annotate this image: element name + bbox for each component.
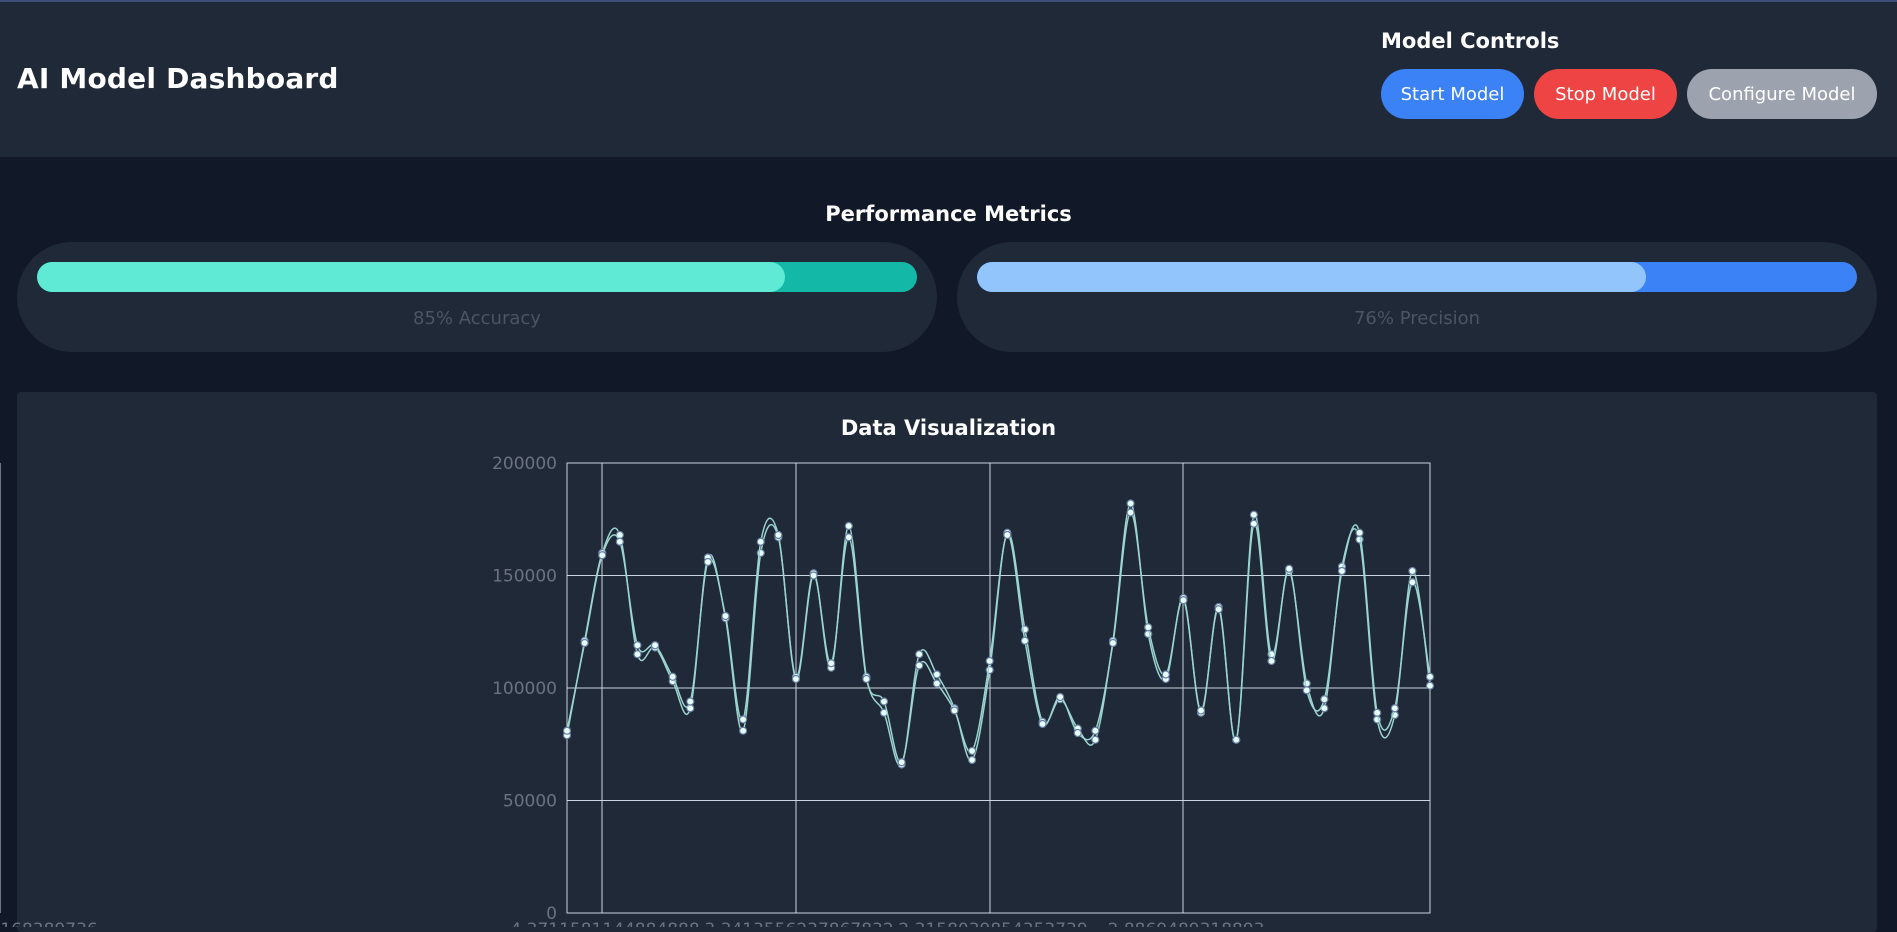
- data-point: [1091, 735, 1100, 744]
- data-point: [809, 571, 818, 580]
- x-tick-label: -3.3413556237867832: [698, 920, 893, 927]
- data-point: [1249, 510, 1258, 519]
- data-point: [1091, 726, 1100, 735]
- data-point: [686, 697, 695, 706]
- data-point: [1214, 605, 1223, 614]
- data-point: [633, 641, 642, 650]
- data-point: [1196, 706, 1206, 715]
- data-point: [879, 697, 889, 706]
- data-point: [1249, 519, 1258, 528]
- data-point: [1408, 578, 1417, 587]
- data-point: [739, 726, 748, 735]
- data-point: [650, 641, 660, 650]
- data-point: [580, 638, 589, 648]
- data-point: [703, 557, 712, 567]
- data-point: [1302, 686, 1311, 695]
- data-point: [1390, 704, 1399, 713]
- data-point: [1408, 566, 1417, 576]
- data-point: [1038, 719, 1047, 729]
- data-point: [1320, 695, 1329, 704]
- data-point: [668, 672, 677, 681]
- y-tick-label: 100000: [492, 679, 557, 699]
- data-point: [721, 611, 730, 621]
- data-point: [827, 659, 836, 668]
- data-point: [915, 650, 924, 659]
- data-point: [633, 650, 642, 659]
- data-point: [1179, 596, 1188, 605]
- data-point: [1425, 672, 1435, 681]
- x-tick-label: -2.3158039854353739: [892, 920, 1087, 927]
- data-point: [1126, 508, 1135, 517]
- data-point: [562, 726, 572, 735]
- data-point: [967, 755, 977, 765]
- line-chart: 050000100000150000200000-4.3711581144884…: [0, 454, 1435, 927]
- data-point: [862, 674, 871, 684]
- data-point: [615, 537, 624, 546]
- data-point: [844, 521, 853, 531]
- data-point: [932, 670, 941, 679]
- data-point: [932, 679, 941, 688]
- data-point: [1126, 499, 1135, 508]
- data-point: [897, 758, 906, 767]
- data-point: [598, 551, 607, 560]
- data-point: [1355, 528, 1364, 537]
- data-point: [774, 530, 783, 540]
- data-point: [1003, 530, 1012, 540]
- data-point: [1020, 636, 1030, 645]
- y-tick-label: 50000: [503, 792, 557, 812]
- y-tick-label: 200000: [492, 454, 557, 474]
- y-tick-label: 150000: [492, 567, 557, 587]
- data-point: [756, 537, 765, 546]
- x-tick-label: -2.8869489318893: [1102, 920, 1265, 927]
- data-point: [1373, 708, 1382, 717]
- data-point: [739, 715, 748, 724]
- data-point: [1144, 623, 1153, 632]
- data-point: [1108, 638, 1118, 648]
- data-point: [791, 674, 801, 684]
- data-point: [1161, 670, 1170, 679]
- x-tick-label: -1.7739339168389736: [0, 920, 98, 927]
- data-point: [1355, 535, 1364, 544]
- data-point: [950, 706, 959, 715]
- data-point: [844, 533, 853, 542]
- series-line: [566, 502, 1431, 767]
- x-tick-label: -4.3711581144884888: [504, 920, 699, 927]
- data-point: [915, 661, 924, 670]
- data-point: [985, 656, 994, 666]
- data-point: [1073, 728, 1082, 738]
- data-point: [1425, 681, 1435, 690]
- data-point: [967, 746, 977, 756]
- data-point: [1232, 735, 1241, 744]
- data-point: [1337, 566, 1347, 576]
- data-point: [1267, 656, 1276, 666]
- data-point: [1285, 564, 1294, 573]
- data-point: [1056, 692, 1065, 702]
